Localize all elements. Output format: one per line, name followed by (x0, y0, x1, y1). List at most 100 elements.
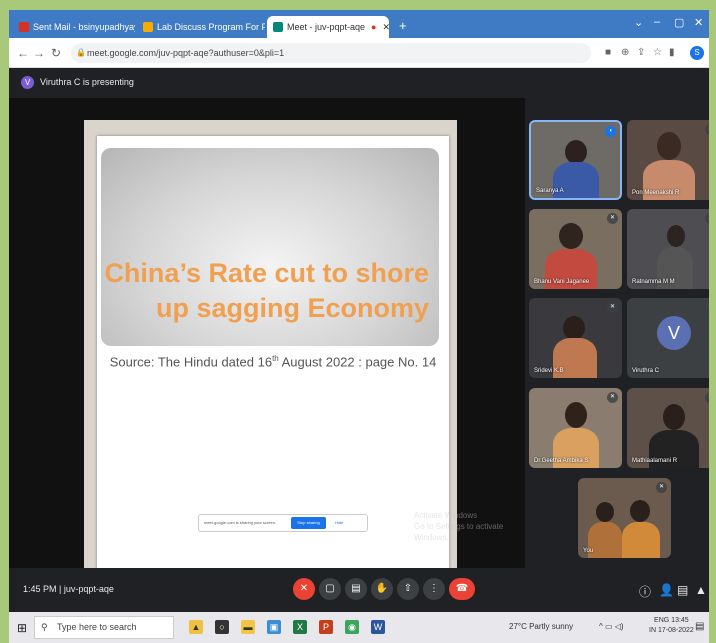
system-tray-icons[interactable]: ^ ▭ ◁) (599, 622, 624, 631)
activate-line1: Activate Windows (414, 511, 478, 520)
people-icon[interactable]: 👤 (659, 583, 674, 597)
store-icon[interactable]: ▣ (267, 620, 281, 634)
chrome-icon[interactable]: ◉ (345, 620, 359, 634)
clock-time: 13:45 (671, 617, 689, 624)
participant-tile[interactable]: ✕ Bhanu Vani Jaganee (529, 209, 622, 289)
participant-name: Ratnamma M M (632, 279, 675, 285)
share-icon[interactable]: ⇪ (637, 47, 645, 58)
speaking-icon: ◖ (605, 126, 616, 137)
participant-head (565, 140, 587, 164)
minimize-icon[interactable]: – (654, 16, 660, 28)
participant-head (667, 225, 685, 247)
region-label: IN (649, 627, 656, 634)
meeting-info: 1:45 PM | juv-pqpt-aqe (23, 584, 114, 594)
windows-taskbar: ⊞ ⚲ Type here to search ▲ ○ ▬ ▣ X P ◉ W … (9, 612, 709, 643)
participant-body (553, 162, 599, 198)
page-icon (143, 22, 153, 32)
meeting-control-bar: 1:45 PM | juv-pqpt-aqe ✕ ▢ ▤ ✋ ⇧ ⋮ ☎ ⓘ 👤… (9, 568, 709, 612)
meet-icon (273, 22, 283, 32)
taskbar-clock[interactable]: ENG 13:45 IN 17-08-2022 (649, 616, 694, 636)
chat-icon[interactable]: ▤ (677, 583, 688, 597)
participant-name: Saranya A (536, 188, 564, 194)
bookmark-star-icon[interactable]: ☆ (653, 47, 662, 58)
participant-tile[interactable]: V ✕ Viruthra C (627, 298, 709, 378)
camera-toggle-button[interactable]: ▢ (319, 578, 341, 600)
camera-icon[interactable]: ■ (605, 47, 611, 58)
info-icon[interactable]: ⓘ (639, 583, 651, 600)
participant-tile[interactable]: ✕ Ratnamma M M (627, 209, 709, 289)
source-prefix: Source: The Hindu dated 16 (109, 354, 273, 370)
tab-search-icon[interactable]: ⌄ (634, 16, 643, 29)
leave-call-button[interactable]: ☎ (449, 578, 475, 600)
new-tab-button[interactable]: + (399, 18, 407, 33)
back-icon[interactable]: ← (17, 46, 29, 60)
participant-tile[interactable]: ✕ Pon Meenakshi R (627, 120, 709, 200)
file-explorer-icon[interactable]: ▬ (241, 620, 255, 634)
participant-name: Bhanu Vani Jaganee (534, 279, 590, 285)
mic-off-icon: ✕ (705, 213, 709, 224)
participant-head (596, 502, 614, 522)
participant-body (622, 522, 660, 558)
mic-off-icon: ✕ (607, 213, 618, 224)
participant-tile[interactable]: ✕ Dr.Geetha Ambika S (529, 388, 622, 468)
stop-sharing-button[interactable]: Stop sharing (291, 517, 326, 529)
weather-widget[interactable]: 27°C Partly sunny (509, 622, 573, 631)
mic-off-icon: ✕ (705, 302, 709, 313)
participant-tile-self[interactable]: ✕ You (578, 478, 671, 558)
lock-icon: 🔒 (76, 48, 86, 57)
participant-head (630, 500, 650, 522)
raise-hand-button[interactable]: ✋ (371, 578, 393, 600)
screen-share-notice: meet.google.com is sharing your screen. … (198, 514, 368, 532)
more-options-button[interactable]: ⋮ (423, 578, 445, 600)
tab-gmail[interactable]: Sent Mail - bsinyupadhyay@stcr ✕ (13, 16, 135, 38)
taskbar-search-input[interactable]: ⚲ Type here to search (34, 616, 174, 639)
mic-toggle-button[interactable]: ✕ (293, 578, 315, 600)
mic-off-icon: ✕ (607, 392, 618, 403)
recording-dot-icon: ● (371, 22, 377, 32)
url-field[interactable]: 🔒 meet.google.com/juv-pqpt-aqe?authuser=… (71, 43, 591, 63)
present-button[interactable]: ⇧ (397, 578, 419, 600)
participant-head (563, 316, 585, 340)
windows-start-icon[interactable]: ⊞ (17, 621, 27, 635)
address-bar: ← → ↻ 🔒 meet.google.com/juv-pqpt-aqe?aut… (9, 38, 709, 68)
search-icon: ⚲ (41, 622, 48, 632)
participant-tile[interactable]: ◖ Saranya A (529, 120, 622, 200)
tab-meet[interactable]: Meet - juv-pqpt-aqe ● ✕ (267, 16, 389, 38)
hide-button[interactable]: Hide (335, 515, 343, 531)
zoom-icon[interactable]: ⊕ (621, 47, 629, 58)
gmail-icon (19, 22, 29, 32)
tab-lab-discuss[interactable]: Lab Discuss Program For Faculty ✕ (137, 16, 265, 38)
excel-icon[interactable]: X (293, 620, 307, 634)
activate-line2: Go to Settings to activate Windows. (414, 522, 504, 542)
participant-tile[interactable]: ✕ Mathiaalamani R (627, 388, 709, 468)
meeting-separator: | (59, 584, 62, 594)
mic-off-icon: ✕ (656, 482, 667, 493)
participant-tile[interactable]: ✕ Sridevi K.B (529, 298, 622, 378)
tab-label: Sent Mail - bsinyupadhyay@stcr (33, 22, 135, 32)
tab-label: Meet - juv-pqpt-aqe (287, 22, 366, 32)
presenter-avatar: V (21, 76, 34, 89)
participant-name: You (583, 548, 594, 554)
participant-name: Viruthra C (632, 368, 659, 374)
region-date: IN 17-08-2022 (649, 626, 694, 636)
reload-icon[interactable]: ↻ (51, 46, 61, 60)
profile-avatar[interactable]: S (690, 46, 704, 60)
word-icon[interactable]: W (371, 620, 385, 634)
meeting-time: 1:45 PM (23, 584, 57, 594)
activities-icon[interactable]: ▲ (695, 583, 707, 597)
task-view-icon[interactable]: ○ (215, 620, 229, 634)
slide-title: China’s Rate cut to shore up sagging Eco… (97, 256, 429, 326)
maximize-icon[interactable]: ▢ (674, 16, 684, 29)
close-icon[interactable]: ✕ (382, 22, 389, 33)
slide-title-line1: China’s Rate cut to shore (104, 258, 429, 288)
powerpoint-icon[interactable]: P (319, 620, 333, 634)
language-indicator: ENG 13:45 (649, 616, 694, 626)
forward-icon[interactable]: → (33, 46, 45, 60)
participant-name: Dr.Geetha Ambika S (534, 458, 589, 464)
sidebar-icon[interactable]: ▮ (669, 47, 675, 58)
participant-head (663, 404, 685, 430)
notification-icon[interactable]: ▤ (695, 621, 704, 632)
captions-button[interactable]: ▤ (345, 578, 367, 600)
window-close-icon[interactable]: ✕ (694, 16, 703, 29)
participant-head (565, 402, 587, 428)
